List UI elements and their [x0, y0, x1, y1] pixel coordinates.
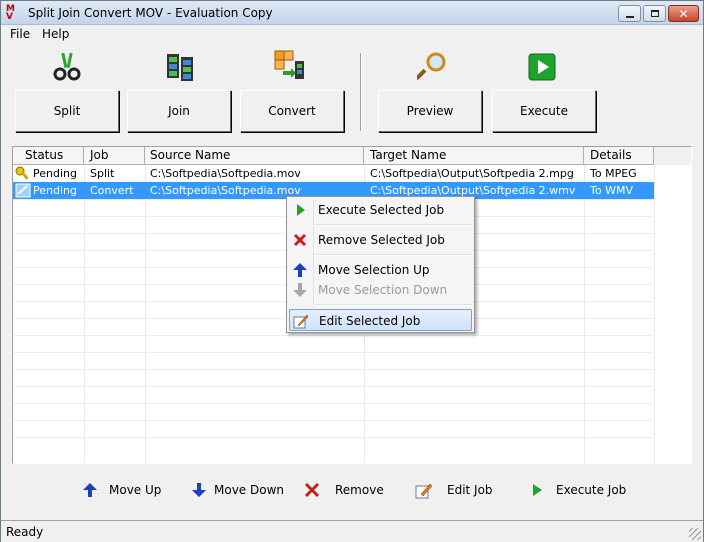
context-execute-selected-job[interactable]: Execute Selected Job	[289, 199, 472, 221]
arrow-up-icon	[83, 483, 97, 497]
move-down-label: Move Down	[214, 483, 284, 497]
status-bar: Ready	[1, 520, 703, 542]
column-header-details[interactable]: Details	[584, 147, 654, 165]
context-item-label: Remove Selected Job	[318, 233, 445, 247]
cell-job: Convert	[90, 184, 134, 197]
column-header-source[interactable]: Source Name	[145, 147, 364, 165]
app-icon: M V	[6, 4, 15, 22]
menu-help[interactable]: Help	[42, 27, 69, 41]
grid-line	[13, 437, 653, 438]
context-move-selection-up[interactable]: Move Selection Up	[289, 259, 472, 281]
context-menu: Execute Selected Job Remove Selected Job…	[286, 196, 475, 333]
context-separator	[315, 224, 472, 226]
column-header-target[interactable]: Target Name	[364, 147, 584, 165]
arrow-down-icon	[192, 483, 206, 497]
remove-x-icon	[293, 233, 307, 247]
app-window: M V Split Join Convert MOV - Evaluation …	[0, 0, 704, 542]
menu-file[interactable]: File	[10, 27, 30, 41]
menu-bar: File Help	[1, 25, 703, 43]
context-remove-selected-job[interactable]: Remove Selected Job	[289, 229, 472, 251]
maximize-button[interactable]	[643, 5, 666, 22]
execute-job-label: Execute Job	[556, 483, 627, 497]
move-up-label: Move Up	[109, 483, 162, 497]
remove-label: Remove	[335, 483, 384, 497]
context-item-label: Move Selection Down	[318, 283, 448, 297]
context-item-label: Execute Selected Job	[318, 203, 445, 217]
window-title: Split Join Convert MOV - Evaluation Copy	[28, 6, 273, 20]
remove-x-icon	[304, 482, 320, 498]
convert-icon	[274, 50, 304, 79]
play-icon	[533, 484, 542, 496]
maximize-icon	[650, 10, 659, 17]
split-button[interactable]: Split	[15, 90, 119, 132]
resize-grip-icon[interactable]	[689, 528, 701, 540]
cell-job: Split	[90, 167, 115, 180]
cell-status: Pending	[33, 167, 77, 180]
preview-button[interactable]: Preview	[378, 90, 482, 132]
scissors-icon	[53, 52, 81, 81]
cell-details: To MPEG	[590, 167, 637, 180]
cell-source: C:\Softpedia\Softpedia.mov	[150, 167, 301, 180]
list-header: Status Job Source Name Target Name Detai…	[13, 147, 691, 165]
play-icon	[297, 204, 305, 216]
grid-line	[13, 386, 653, 387]
join-button[interactable]: Join	[127, 90, 231, 132]
edit-pencil-icon	[415, 483, 433, 499]
context-separator	[315, 304, 472, 306]
grid-line	[13, 420, 653, 421]
convert-button[interactable]: Convert	[240, 90, 344, 132]
cell-target: C:\Softpedia\Output\Softpedia 2.mpg	[370, 167, 574, 180]
context-separator	[315, 254, 472, 256]
edit-job-button[interactable]: Edit Job	[415, 479, 495, 501]
magnifier-icon	[417, 52, 446, 81]
edit-pencil-icon	[293, 314, 309, 329]
grid-line	[13, 369, 653, 370]
grid-line	[13, 352, 653, 353]
key-icon	[15, 166, 29, 180]
context-item-label: Edit Selected Job	[319, 314, 421, 328]
context-move-selection-down[interactable]: Move Selection Down	[289, 279, 472, 301]
toolbar-separator	[360, 53, 362, 131]
move-up-button[interactable]: Move Up	[81, 479, 161, 501]
execute-button[interactable]: Execute	[492, 90, 596, 132]
minimize-button[interactable]	[618, 5, 641, 22]
column-header-job[interactable]: Job	[84, 147, 145, 165]
context-item-label: Move Selection Up	[318, 263, 430, 277]
execute-job-button[interactable]: Execute Job	[528, 479, 628, 501]
join-film-icon	[167, 54, 193, 81]
close-icon: ✕	[678, 6, 689, 21]
edit-job-label: Edit Job	[447, 483, 493, 497]
arrow-down-icon	[293, 283, 307, 297]
cell-details: To WMV	[590, 184, 633, 197]
grid-line	[654, 165, 655, 463]
close-button[interactable]: ✕	[668, 5, 699, 22]
table-row[interactable]: Pending Split C:\Softpedia\Softpedia.mov…	[13, 165, 654, 182]
title-bar[interactable]: M V Split Join Convert MOV - Evaluation …	[1, 1, 703, 25]
grid-line	[13, 403, 653, 404]
cell-status: Pending	[33, 184, 77, 197]
minimize-icon	[625, 15, 634, 18]
column-header-status[interactable]: Status	[13, 147, 84, 165]
execute-play-icon	[528, 53, 556, 81]
arrow-up-icon	[293, 263, 307, 277]
status-text: Ready	[6, 525, 44, 539]
context-edit-selected-job[interactable]: Edit Selected Job	[289, 309, 472, 331]
remove-button[interactable]: Remove	[303, 479, 384, 501]
film-convert-icon	[15, 183, 31, 198]
grid-line	[13, 335, 653, 336]
move-down-button[interactable]: Move Down	[190, 479, 284, 501]
